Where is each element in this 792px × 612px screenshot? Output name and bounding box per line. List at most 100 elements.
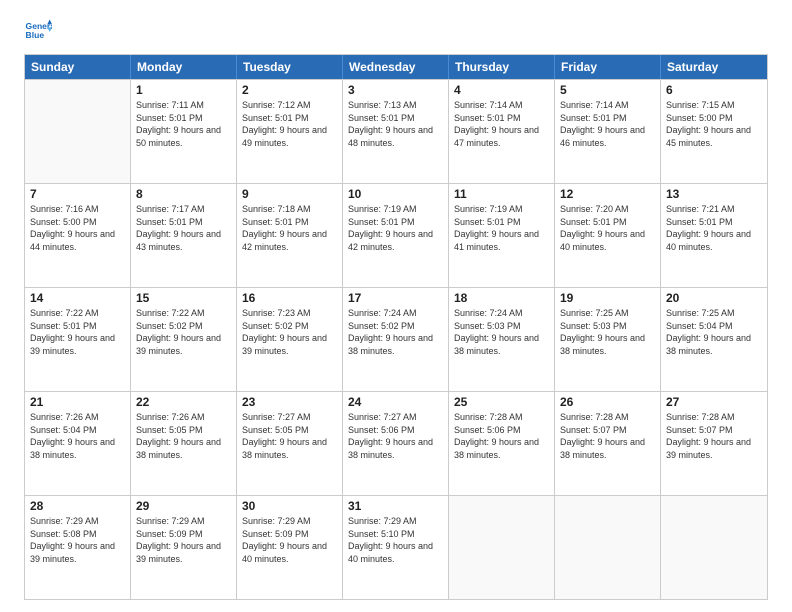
calendar-cell: 15 Sunrise: 7:22 AMSunset: 5:02 PMDayligh… (131, 288, 237, 391)
calendar-header-cell: Thursday (449, 55, 555, 79)
calendar-cell: 26 Sunrise: 7:28 AMSunset: 5:07 PMDayligh… (555, 392, 661, 495)
calendar-header-row: SundayMondayTuesdayWednesdayThursdayFrid… (25, 55, 767, 79)
calendar-cell: 13Sunrise: 7:21 AMSunset: 5:01 PMDayligh… (661, 184, 767, 287)
day-info: Sunrise: 7:29 AMSunset: 5:09 PMDaylight:… (136, 515, 231, 565)
calendar-cell: 1 Sunrise: 7:11 AMSunset: 5:01 PMDaylight… (131, 80, 237, 183)
calendar-cell: 4 Sunrise: 7:14 AMSunset: 5:01 PMDaylight… (449, 80, 555, 183)
day-number: 4 (454, 83, 549, 97)
day-info: Sunrise: 7:20 AMSunset: 5:01 PMDaylight:… (560, 203, 655, 253)
calendar-cell: 28 Sunrise: 7:29 AMSunset: 5:08 PMDayligh… (25, 496, 131, 599)
day-number: 21 (30, 395, 125, 409)
day-number: 29 (136, 499, 231, 513)
day-number: 9 (242, 187, 337, 201)
day-info: Sunrise: 7:13 AMSunset: 5:01 PMDaylight:… (348, 99, 443, 149)
calendar-cell: 2 Sunrise: 7:12 AMSunset: 5:01 PMDaylight… (237, 80, 343, 183)
header: General Blue (24, 18, 768, 46)
calendar-cell: 9Sunrise: 7:18 AMSunset: 5:01 PMDaylight… (237, 184, 343, 287)
logo-icon: General Blue (24, 18, 52, 46)
day-number: 15 (136, 291, 231, 305)
day-number: 23 (242, 395, 337, 409)
calendar-cell: 18Sunrise: 7:24 AMSunset: 5:03 PMDayligh… (449, 288, 555, 391)
calendar-cell (555, 496, 661, 599)
calendar-cell: 31Sunrise: 7:29 AMSunset: 5:10 PMDayligh… (343, 496, 449, 599)
day-info: Sunrise: 7:17 AMSunset: 5:01 PMDaylight:… (136, 203, 231, 253)
day-number: 5 (560, 83, 655, 97)
day-number: 27 (666, 395, 762, 409)
day-number: 16 (242, 291, 337, 305)
calendar-cell: 29 Sunrise: 7:29 AMSunset: 5:09 PMDayligh… (131, 496, 237, 599)
day-info: Sunrise: 7:26 AMSunset: 5:05 PMDaylight:… (136, 411, 231, 461)
day-info: Sunrise: 7:21 AMSunset: 5:01 PMDaylight:… (666, 203, 762, 253)
day-number: 7 (30, 187, 125, 201)
day-info: Sunrise: 7:12 AMSunset: 5:01 PMDaylight:… (242, 99, 337, 149)
day-number: 31 (348, 499, 443, 513)
day-info: Sunrise: 7:19 AMSunset: 5:01 PMDaylight:… (348, 203, 443, 253)
day-info: Sunrise: 7:14 AMSunset: 5:01 PMDaylight:… (454, 99, 549, 149)
calendar-week: 1 Sunrise: 7:11 AMSunset: 5:01 PMDaylight… (25, 79, 767, 183)
day-info: Sunrise: 7:14 AMSunset: 5:01 PMDaylight:… (560, 99, 655, 149)
calendar-cell: 12 Sunrise: 7:20 AMSunset: 5:01 PMDayligh… (555, 184, 661, 287)
day-info: Sunrise: 7:19 AMSunset: 5:01 PMDaylight:… (454, 203, 549, 253)
calendar-body: 1 Sunrise: 7:11 AMSunset: 5:01 PMDaylight… (25, 79, 767, 599)
svg-text:General: General (26, 21, 52, 31)
calendar-cell: 3 Sunrise: 7:13 AMSunset: 5:01 PMDaylight… (343, 80, 449, 183)
calendar-cell: 24 Sunrise: 7:27 AMSunset: 5:06 PMDayligh… (343, 392, 449, 495)
page: General Blue SundayMondayTuesdayWednesda… (0, 0, 792, 612)
calendar-cell: 6Sunrise: 7:15 AMSunset: 5:00 PMDaylight… (661, 80, 767, 183)
calendar-header-cell: Tuesday (237, 55, 343, 79)
calendar-cell (25, 80, 131, 183)
calendar-cell: 8 Sunrise: 7:17 AMSunset: 5:01 PMDaylight… (131, 184, 237, 287)
calendar-cell: 22 Sunrise: 7:26 AMSunset: 5:05 PMDayligh… (131, 392, 237, 495)
day-number: 30 (242, 499, 337, 513)
calendar-cell: 25Sunrise: 7:28 AMSunset: 5:06 PMDayligh… (449, 392, 555, 495)
day-info: Sunrise: 7:28 AMSunset: 5:07 PMDaylight:… (666, 411, 762, 461)
day-info: Sunrise: 7:23 AMSunset: 5:02 PMDaylight:… (242, 307, 337, 357)
calendar-week: 21 Sunrise: 7:26 AMSunset: 5:04 PMDayligh… (25, 391, 767, 495)
day-number: 20 (666, 291, 762, 305)
calendar-header-cell: Monday (131, 55, 237, 79)
calendar-cell: 16 Sunrise: 7:23 AMSunset: 5:02 PMDayligh… (237, 288, 343, 391)
day-number: 3 (348, 83, 443, 97)
calendar-header-cell: Sunday (25, 55, 131, 79)
day-info: Sunrise: 7:16 AMSunset: 5:00 PMDaylight:… (30, 203, 125, 253)
calendar-cell: 21 Sunrise: 7:26 AMSunset: 5:04 PMDayligh… (25, 392, 131, 495)
calendar-cell: 7 Sunrise: 7:16 AMSunset: 5:00 PMDaylight… (25, 184, 131, 287)
calendar-week: 14 Sunrise: 7:22 AMSunset: 5:01 PMDayligh… (25, 287, 767, 391)
day-number: 26 (560, 395, 655, 409)
calendar-cell: 5 Sunrise: 7:14 AMSunset: 5:01 PMDaylight… (555, 80, 661, 183)
day-number: 22 (136, 395, 231, 409)
day-info: Sunrise: 7:15 AMSunset: 5:00 PMDaylight:… (666, 99, 762, 149)
day-info: Sunrise: 7:22 AMSunset: 5:02 PMDaylight:… (136, 307, 231, 357)
logo: General Blue (24, 18, 56, 46)
day-info: Sunrise: 7:27 AMSunset: 5:05 PMDaylight:… (242, 411, 337, 461)
day-number: 12 (560, 187, 655, 201)
day-info: Sunrise: 7:11 AMSunset: 5:01 PMDaylight:… (136, 99, 231, 149)
day-number: 24 (348, 395, 443, 409)
day-info: Sunrise: 7:25 AMSunset: 5:04 PMDaylight:… (666, 307, 762, 357)
calendar-cell: 14 Sunrise: 7:22 AMSunset: 5:01 PMDayligh… (25, 288, 131, 391)
calendar-header-cell: Saturday (661, 55, 767, 79)
day-number: 8 (136, 187, 231, 201)
svg-text:Blue: Blue (26, 30, 45, 40)
calendar: SundayMondayTuesdayWednesdayThursdayFrid… (24, 54, 768, 600)
day-number: 1 (136, 83, 231, 97)
day-number: 25 (454, 395, 549, 409)
calendar-cell: 30Sunrise: 7:29 AMSunset: 5:09 PMDayligh… (237, 496, 343, 599)
calendar-cell (661, 496, 767, 599)
calendar-header-cell: Wednesday (343, 55, 449, 79)
calendar-cell: 11Sunrise: 7:19 AMSunset: 5:01 PMDayligh… (449, 184, 555, 287)
calendar-cell: 20 Sunrise: 7:25 AMSunset: 5:04 PMDayligh… (661, 288, 767, 391)
calendar-cell: 27 Sunrise: 7:28 AMSunset: 5:07 PMDayligh… (661, 392, 767, 495)
day-info: Sunrise: 7:29 AMSunset: 5:08 PMDaylight:… (30, 515, 125, 565)
day-info: Sunrise: 7:22 AMSunset: 5:01 PMDaylight:… (30, 307, 125, 357)
day-info: Sunrise: 7:24 AMSunset: 5:03 PMDaylight:… (454, 307, 549, 357)
calendar-week: 28 Sunrise: 7:29 AMSunset: 5:08 PMDayligh… (25, 495, 767, 599)
calendar-week: 7 Sunrise: 7:16 AMSunset: 5:00 PMDaylight… (25, 183, 767, 287)
day-number: 14 (30, 291, 125, 305)
day-info: Sunrise: 7:26 AMSunset: 5:04 PMDaylight:… (30, 411, 125, 461)
day-info: Sunrise: 7:27 AMSunset: 5:06 PMDaylight:… (348, 411, 443, 461)
day-number: 2 (242, 83, 337, 97)
day-number: 28 (30, 499, 125, 513)
day-number: 10 (348, 187, 443, 201)
day-info: Sunrise: 7:28 AMSunset: 5:07 PMDaylight:… (560, 411, 655, 461)
